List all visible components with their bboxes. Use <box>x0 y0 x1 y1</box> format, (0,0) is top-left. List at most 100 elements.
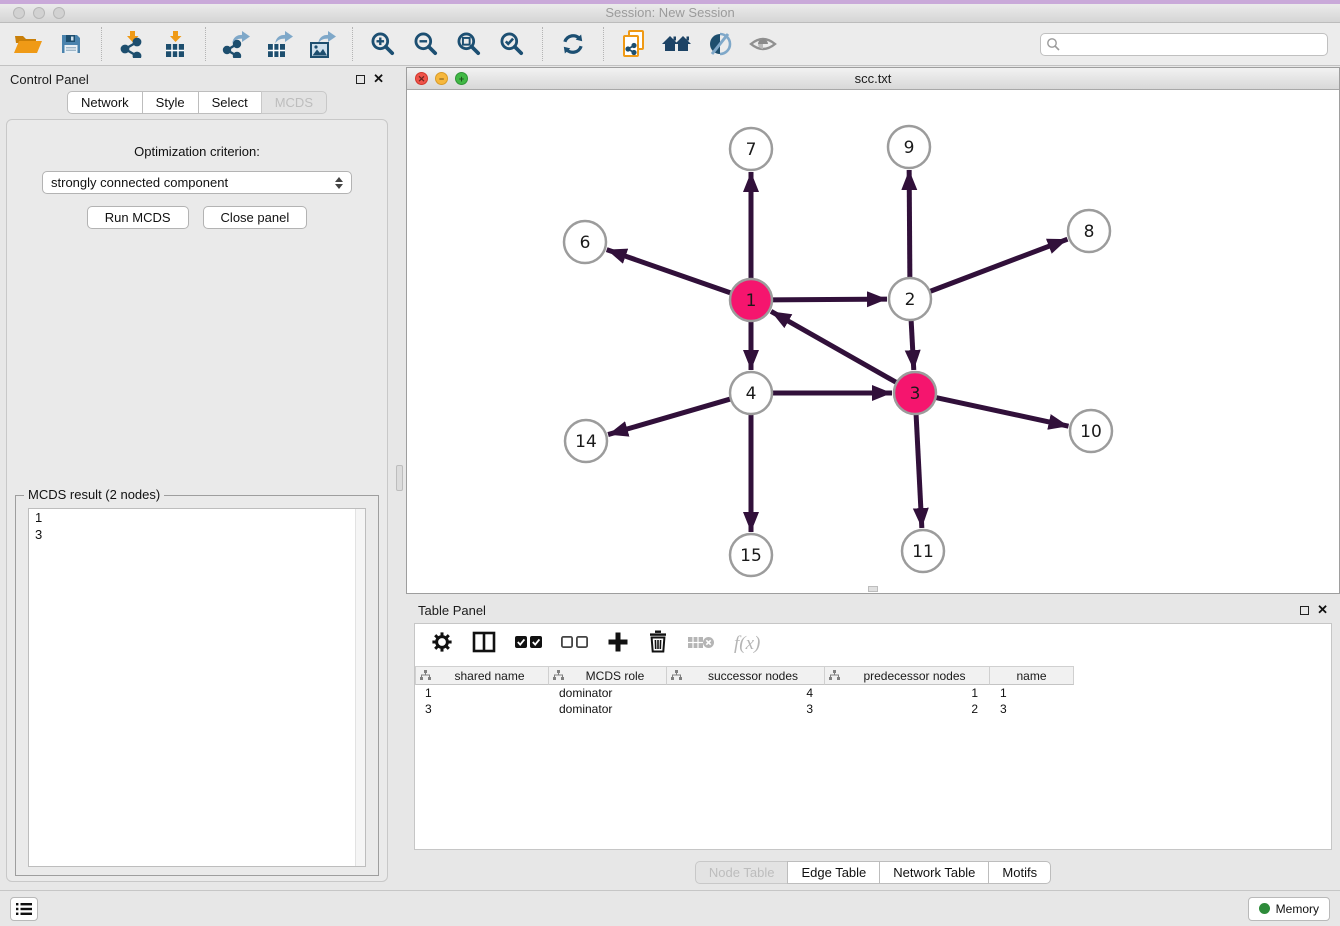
network-canvas[interactable]: 7 9 6 8 1 2 4 3 14 10 15 11 <box>407 91 1339 593</box>
table-cell[interactable]: 4 <box>667 685 825 701</box>
toolbar-separator <box>352 27 353 61</box>
column-header-MCDS-role[interactable]: MCDS role <box>549 666 667 685</box>
tab-style[interactable]: Style <box>142 91 199 114</box>
delete-row-icon[interactable] <box>648 630 668 658</box>
optimization-criterion-select[interactable]: strongly connected component <box>42 171 352 194</box>
panel-splitter-grip[interactable] <box>396 465 403 491</box>
table-cell[interactable]: 1 <box>990 685 1074 701</box>
column-settings-icon[interactable] <box>431 631 453 658</box>
delete-table-icon[interactable] <box>687 633 715 656</box>
edge-3-10[interactable] <box>934 397 1069 426</box>
tab-motifs[interactable]: Motifs <box>988 861 1051 884</box>
close-table-panel-icon[interactable]: ✕ <box>1317 605 1328 615</box>
table-cell[interactable]: 3 <box>990 701 1074 717</box>
table-panel: Table Panel ✕ <box>406 597 1340 890</box>
add-row-icon[interactable] <box>607 631 629 658</box>
table-cell[interactable]: 3 <box>667 701 825 717</box>
tab-network[interactable]: Network <box>67 91 143 114</box>
open-session-icon[interactable] <box>12 28 44 60</box>
mcds-result-list[interactable]: 13 <box>28 508 366 867</box>
edge-3-11[interactable] <box>916 412 922 528</box>
close-panel-icon[interactable]: ✕ <box>373 74 384 84</box>
zoom-in-icon[interactable] <box>367 28 399 60</box>
home-icon[interactable] <box>661 28 693 60</box>
network-close-button[interactable]: ✕ <box>415 72 428 85</box>
node-3[interactable]: 3 <box>894 372 936 414</box>
hide-panel-icon[interactable] <box>704 28 736 60</box>
mcds-result-item[interactable]: 1 <box>29 509 365 526</box>
show-eye-icon[interactable] <box>747 28 779 60</box>
tab-network-table[interactable]: Network Table <box>879 861 989 884</box>
table-row[interactable]: 3dominator323 <box>415 701 1331 717</box>
node-8[interactable]: 8 <box>1068 210 1110 252</box>
table-cell[interactable]: dominator <box>549 685 667 701</box>
node-label: 11 <box>912 542 934 562</box>
network-view-titlebar: ✕ − + scc.txt <box>407 68 1339 90</box>
node-2[interactable]: 2 <box>889 278 931 320</box>
deselect-all-icon[interactable] <box>561 635 588 654</box>
show-columns-icon[interactable] <box>472 631 496 658</box>
edge-2-8[interactable] <box>928 239 1068 292</box>
zoom-window-button[interactable] <box>53 7 65 19</box>
float-table-panel-icon[interactable] <box>1300 606 1309 615</box>
column-header-shared-name[interactable]: shared name <box>415 666 549 685</box>
tab-mcds[interactable]: MCDS <box>261 91 327 114</box>
export-table-icon[interactable] <box>263 28 295 60</box>
table-cell[interactable]: 2 <box>825 701 990 717</box>
column-header-name[interactable]: name <box>990 666 1074 685</box>
minimize-window-button[interactable] <box>33 7 45 19</box>
export-image-icon[interactable] <box>306 28 338 60</box>
select-all-icon[interactable] <box>515 635 542 654</box>
run-mcds-button[interactable]: Run MCDS <box>87 206 189 229</box>
mcds-result-item[interactable]: 3 <box>29 526 365 543</box>
split-pane-grip[interactable] <box>868 586 878 592</box>
column-header-predecessor-nodes[interactable]: predecessor nodes <box>825 666 990 685</box>
memory-button[interactable]: Memory <box>1248 897 1330 921</box>
export-network-icon[interactable] <box>220 28 252 60</box>
clone-network-icon[interactable] <box>618 28 650 60</box>
refresh-icon[interactable] <box>557 28 589 60</box>
table-cell[interactable]: 1 <box>825 685 990 701</box>
column-header-successor-nodes[interactable]: successor nodes <box>667 666 825 685</box>
zoom-fit-icon[interactable] <box>453 28 485 60</box>
node-1[interactable]: 1 <box>730 279 772 321</box>
table-cell[interactable]: 1 <box>415 685 549 701</box>
node-10[interactable]: 10 <box>1070 410 1112 452</box>
zoom-selected-icon[interactable] <box>496 28 528 60</box>
task-history-button[interactable] <box>10 897 38 921</box>
import-network-icon[interactable] <box>116 28 148 60</box>
float-panel-icon[interactable] <box>356 75 365 84</box>
table-cell[interactable]: dominator <box>549 701 667 717</box>
node-15[interactable]: 15 <box>730 534 772 576</box>
node-11[interactable]: 11 <box>902 530 944 572</box>
import-table-icon[interactable] <box>159 28 191 60</box>
tab-edge-table[interactable]: Edge Table <box>787 861 880 884</box>
search-input[interactable] <box>1040 33 1328 56</box>
edge-2-3[interactable] <box>911 318 914 370</box>
close-panel-button[interactable]: Close panel <box>203 206 308 229</box>
network-minimize-button[interactable]: − <box>435 72 448 85</box>
tab-node-table[interactable]: Node Table <box>695 861 789 884</box>
node-9[interactable]: 9 <box>888 126 930 168</box>
node-4[interactable]: 4 <box>730 372 772 414</box>
function-builder-icon[interactable]: f(x) <box>734 633 760 655</box>
edge-3-1[interactable] <box>771 311 898 383</box>
tab-select[interactable]: Select <box>198 91 262 114</box>
edge-1-2[interactable] <box>770 299 887 300</box>
table-row[interactable]: 1dominator411 <box>415 685 1331 701</box>
edge-1-6[interactable] <box>607 250 733 294</box>
network-graph[interactable]: 7 9 6 8 1 2 4 3 14 10 15 11 <box>407 91 1339 594</box>
table-cell[interactable]: 3 <box>415 701 549 717</box>
edge-4-14[interactable] <box>608 398 733 434</box>
edge-2-9[interactable] <box>909 170 910 280</box>
zoom-out-icon[interactable] <box>410 28 442 60</box>
mcds-result-group: MCDS result (2 nodes) 13 <box>15 495 379 876</box>
network-maximize-button[interactable]: + <box>455 72 468 85</box>
node-label: 14 <box>575 432 597 452</box>
save-session-icon[interactable] <box>55 28 87 60</box>
node-7[interactable]: 7 <box>730 128 772 170</box>
node-14[interactable]: 14 <box>565 420 607 462</box>
close-window-button[interactable] <box>13 7 25 19</box>
result-scrollbar[interactable] <box>355 509 365 866</box>
node-6[interactable]: 6 <box>564 221 606 263</box>
